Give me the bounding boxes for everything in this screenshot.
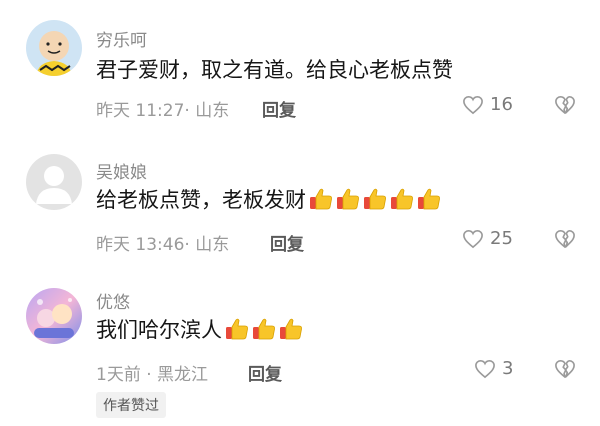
reply-button[interactable]: 回复 bbox=[270, 230, 304, 255]
comment-meta: 昨天 11:27· 山东 bbox=[96, 96, 229, 121]
thumbs-up-emoji-icon bbox=[364, 188, 386, 210]
comment-text: 君子爱财，取之有道。给良心老板点赞 bbox=[96, 54, 453, 84]
like-button[interactable]: 25 bbox=[462, 228, 513, 249]
avatar[interactable] bbox=[26, 154, 82, 210]
comment-meta: 昨天 13:46· 山东 bbox=[96, 230, 229, 255]
comment-time-location: 昨天 11:27· 山东 bbox=[96, 101, 230, 121]
comment-text-content: 给老板点赞，老板发财 bbox=[96, 188, 306, 212]
peanuts-avatar-icon bbox=[26, 20, 82, 76]
comment-item: 吴娘娘 给老板点赞，老板发财 昨天 13:46· 山东 回复 25 bbox=[0, 140, 600, 280]
thumbs-up-emoji-icon bbox=[337, 188, 359, 210]
heart-outline-icon bbox=[463, 95, 483, 114]
username[interactable]: 优悠 bbox=[96, 288, 130, 313]
comment-item: 优悠 我们哈尔滨人 1天前 · 黑龙江 回复 3 bbox=[0, 280, 600, 426]
like-button[interactable]: 16 bbox=[462, 94, 513, 115]
illustration-avatar-icon bbox=[26, 288, 82, 344]
broken-heart-icon bbox=[555, 96, 575, 114]
like-count: 16 bbox=[490, 94, 513, 115]
thumbs-up-emoji-icon bbox=[226, 318, 248, 340]
thumbs-emoji-group bbox=[308, 186, 443, 212]
heart-outline-icon bbox=[463, 229, 483, 248]
username[interactable]: 吴娘娘 bbox=[96, 158, 147, 183]
like-count: 25 bbox=[490, 228, 513, 249]
like-count: 3 bbox=[502, 358, 514, 379]
thumbs-up-emoji-icon bbox=[253, 318, 275, 340]
default-person-avatar-icon bbox=[26, 154, 82, 210]
username[interactable]: 穷乐呵 bbox=[96, 26, 147, 51]
avatar[interactable] bbox=[26, 288, 82, 344]
comment-text-content: 我们哈尔滨人 bbox=[96, 318, 222, 342]
comment-time-location: 昨天 13:46· 山东 bbox=[96, 235, 230, 255]
thumbs-emoji-group bbox=[224, 316, 305, 342]
thumbs-up-emoji-icon bbox=[418, 188, 440, 210]
author-liked-badge: 作者赞过 bbox=[96, 392, 166, 418]
dislike-button[interactable] bbox=[554, 95, 576, 119]
comment-meta: 1天前 · 黑龙江 bbox=[96, 360, 208, 385]
comment-item: 穷乐呵 君子爱财，取之有道。给良心老板点赞 昨天 11:27· 山东 回复 16 bbox=[0, 0, 600, 140]
dislike-button[interactable] bbox=[554, 359, 576, 383]
thumbs-up-emoji-icon bbox=[310, 188, 332, 210]
dislike-button[interactable] bbox=[554, 229, 576, 253]
comment-text: 给老板点赞，老板发财 bbox=[96, 184, 443, 214]
like-button[interactable]: 3 bbox=[474, 358, 513, 379]
thumbs-up-emoji-icon bbox=[391, 188, 413, 210]
broken-heart-icon bbox=[555, 360, 575, 378]
reply-button[interactable]: 回复 bbox=[248, 360, 282, 385]
broken-heart-icon bbox=[555, 230, 575, 248]
comment-text: 我们哈尔滨人 bbox=[96, 314, 305, 344]
reply-button[interactable]: 回复 bbox=[262, 96, 296, 121]
comment-text-content: 君子爱财，取之有道。给良心老板点赞 bbox=[96, 58, 453, 82]
thumbs-up-emoji-icon bbox=[280, 318, 302, 340]
comment-time-location: 1天前 · 黑龙江 bbox=[96, 365, 209, 385]
avatar[interactable] bbox=[26, 20, 82, 76]
heart-outline-icon bbox=[475, 359, 495, 378]
